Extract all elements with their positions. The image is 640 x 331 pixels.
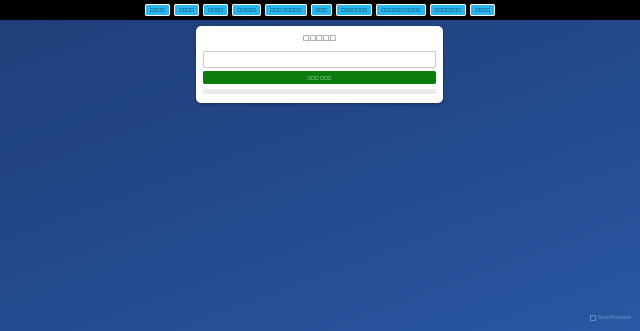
top-nav-bar: □□□□ □□□□ □□□□ □□□□□ □□□ □□□□□ □□□ □□□□□… — [0, 0, 640, 20]
nav-button-6[interactable]: □□□ — [310, 4, 332, 16]
submit-button[interactable]: □□□ □□□ — [203, 71, 436, 84]
nav-button-2[interactable]: □□□□ — [173, 4, 200, 16]
text-input-area[interactable] — [203, 51, 436, 68]
scanmalware-logo-icon — [589, 315, 596, 321]
nav-button-5[interactable]: □□□ □□□□□ — [265, 4, 307, 16]
nav-button-7[interactable]: □□□□□□□ — [336, 4, 373, 16]
nav-button-9[interactable]: □□□□□□□ — [429, 4, 467, 16]
result-output — [203, 89, 436, 94]
watermark: ScanMalware — [589, 315, 631, 321]
nav-button-3[interactable]: □□□□ — [203, 4, 229, 16]
nav-button-1[interactable]: □□□□ — [144, 4, 170, 16]
watermark-text: ScanMalware — [597, 315, 631, 321]
form-card: □□□□□ □□□ □□□ — [196, 26, 443, 103]
nav-button-4[interactable]: □□□□□ — [232, 4, 262, 16]
nav-button-10[interactable]: □□□□ — [470, 4, 496, 16]
nav-button-8[interactable]: □□□□□□ □□□□ — [376, 4, 426, 16]
card-title: □□□□□ — [302, 34, 337, 42]
